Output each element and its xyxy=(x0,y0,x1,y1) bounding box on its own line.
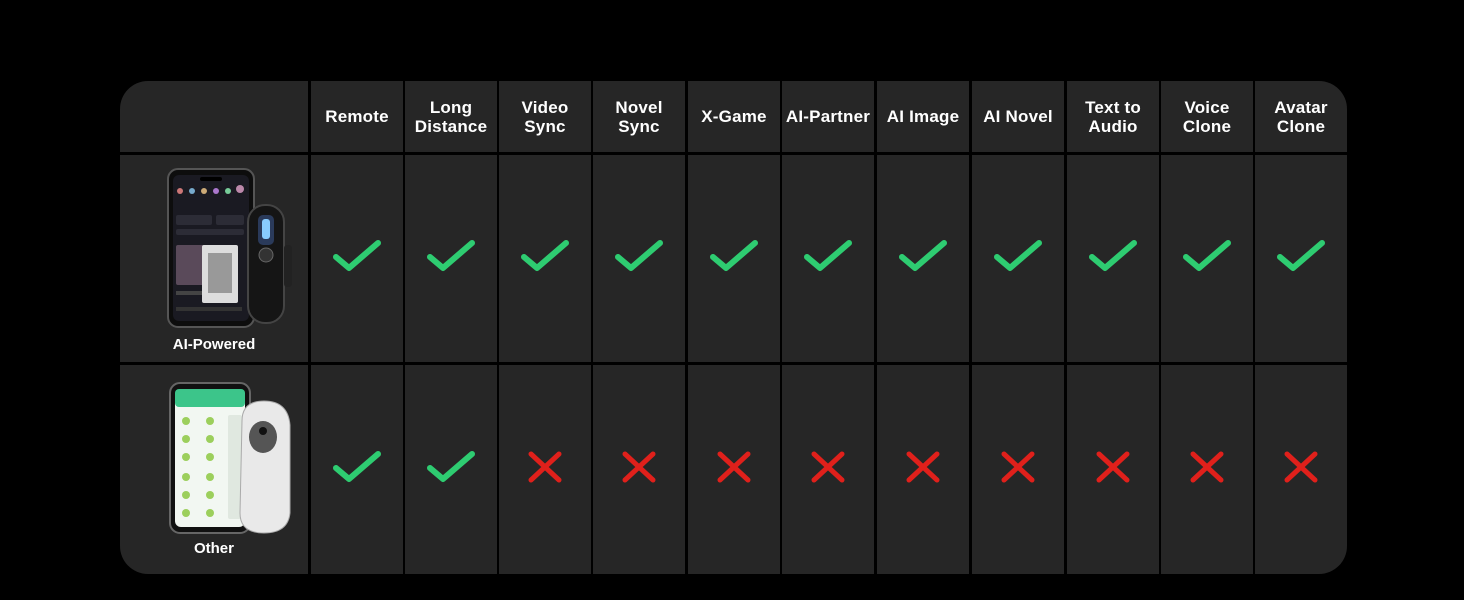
check-icon xyxy=(1277,240,1325,277)
cell-row0-col0 xyxy=(311,155,403,362)
other-product-image xyxy=(168,381,298,535)
cell-row1-col3 xyxy=(593,365,685,574)
cell-row0-col6 xyxy=(877,155,969,362)
row-label-ai-powered: AI-Powered xyxy=(172,336,256,353)
check-icon xyxy=(1183,240,1231,277)
column-header-3: Novel Sync xyxy=(593,81,685,152)
check-icon xyxy=(804,240,852,277)
cross-icon xyxy=(716,451,752,488)
cell-row1-col7 xyxy=(972,365,1064,574)
cell-row0-col1 xyxy=(405,155,497,362)
cell-row1-col0 xyxy=(311,365,403,574)
cell-row1-col10 xyxy=(1255,365,1347,574)
column-header-10: Avatar Clone xyxy=(1255,81,1347,152)
cross-icon xyxy=(905,451,941,488)
cross-icon xyxy=(621,451,657,488)
cell-row1-col9 xyxy=(1161,365,1253,574)
row-header-ai-powered: AI-Powered xyxy=(120,155,308,362)
cell-row1-col5 xyxy=(782,365,874,574)
column-header-5: AI-Partner xyxy=(782,81,874,152)
row-header-other: Other xyxy=(120,365,308,574)
cross-icon xyxy=(810,451,846,488)
cross-icon xyxy=(1000,451,1036,488)
check-icon xyxy=(899,240,947,277)
corner-cell xyxy=(120,81,308,152)
check-icon xyxy=(1089,240,1137,277)
column-header-4: X-Game xyxy=(688,81,780,152)
check-icon xyxy=(427,240,475,277)
cross-icon xyxy=(527,451,563,488)
cell-row1-col6 xyxy=(877,365,969,574)
cell-row0-col9 xyxy=(1161,155,1253,362)
check-icon xyxy=(994,240,1042,277)
column-header-0: Remote xyxy=(311,81,403,152)
column-header-7: AI Novel xyxy=(972,81,1064,152)
comparison-table: AI-Powered Other Remote Long Distance Vi… xyxy=(120,81,1347,574)
column-header-1: Long Distance xyxy=(405,81,497,152)
cross-icon xyxy=(1283,451,1319,488)
ai-powered-product-image xyxy=(166,167,301,329)
check-icon xyxy=(427,451,475,488)
check-icon xyxy=(710,240,758,277)
cross-icon xyxy=(1095,451,1131,488)
check-icon xyxy=(615,240,663,277)
cell-row0-col3 xyxy=(593,155,685,362)
check-icon xyxy=(521,240,569,277)
column-header-6: AI Image xyxy=(877,81,969,152)
check-icon xyxy=(333,451,381,488)
cell-row1-col1 xyxy=(405,365,497,574)
cell-row1-col8 xyxy=(1067,365,1159,574)
cell-row1-col2 xyxy=(499,365,591,574)
check-icon xyxy=(333,240,381,277)
cell-row0-col8 xyxy=(1067,155,1159,362)
cell-row0-col7 xyxy=(972,155,1064,362)
column-header-9: Voice Clone xyxy=(1161,81,1253,152)
cell-row0-col2 xyxy=(499,155,591,362)
column-header-8: Text to Audio xyxy=(1067,81,1159,152)
row-label-other: Other xyxy=(193,540,234,557)
cell-row1-col4 xyxy=(688,365,780,574)
cell-row0-col5 xyxy=(782,155,874,362)
cell-row0-col4 xyxy=(688,155,780,362)
cross-icon xyxy=(1189,451,1225,488)
cell-row0-col10 xyxy=(1255,155,1347,362)
column-header-2: Video Sync xyxy=(499,81,591,152)
